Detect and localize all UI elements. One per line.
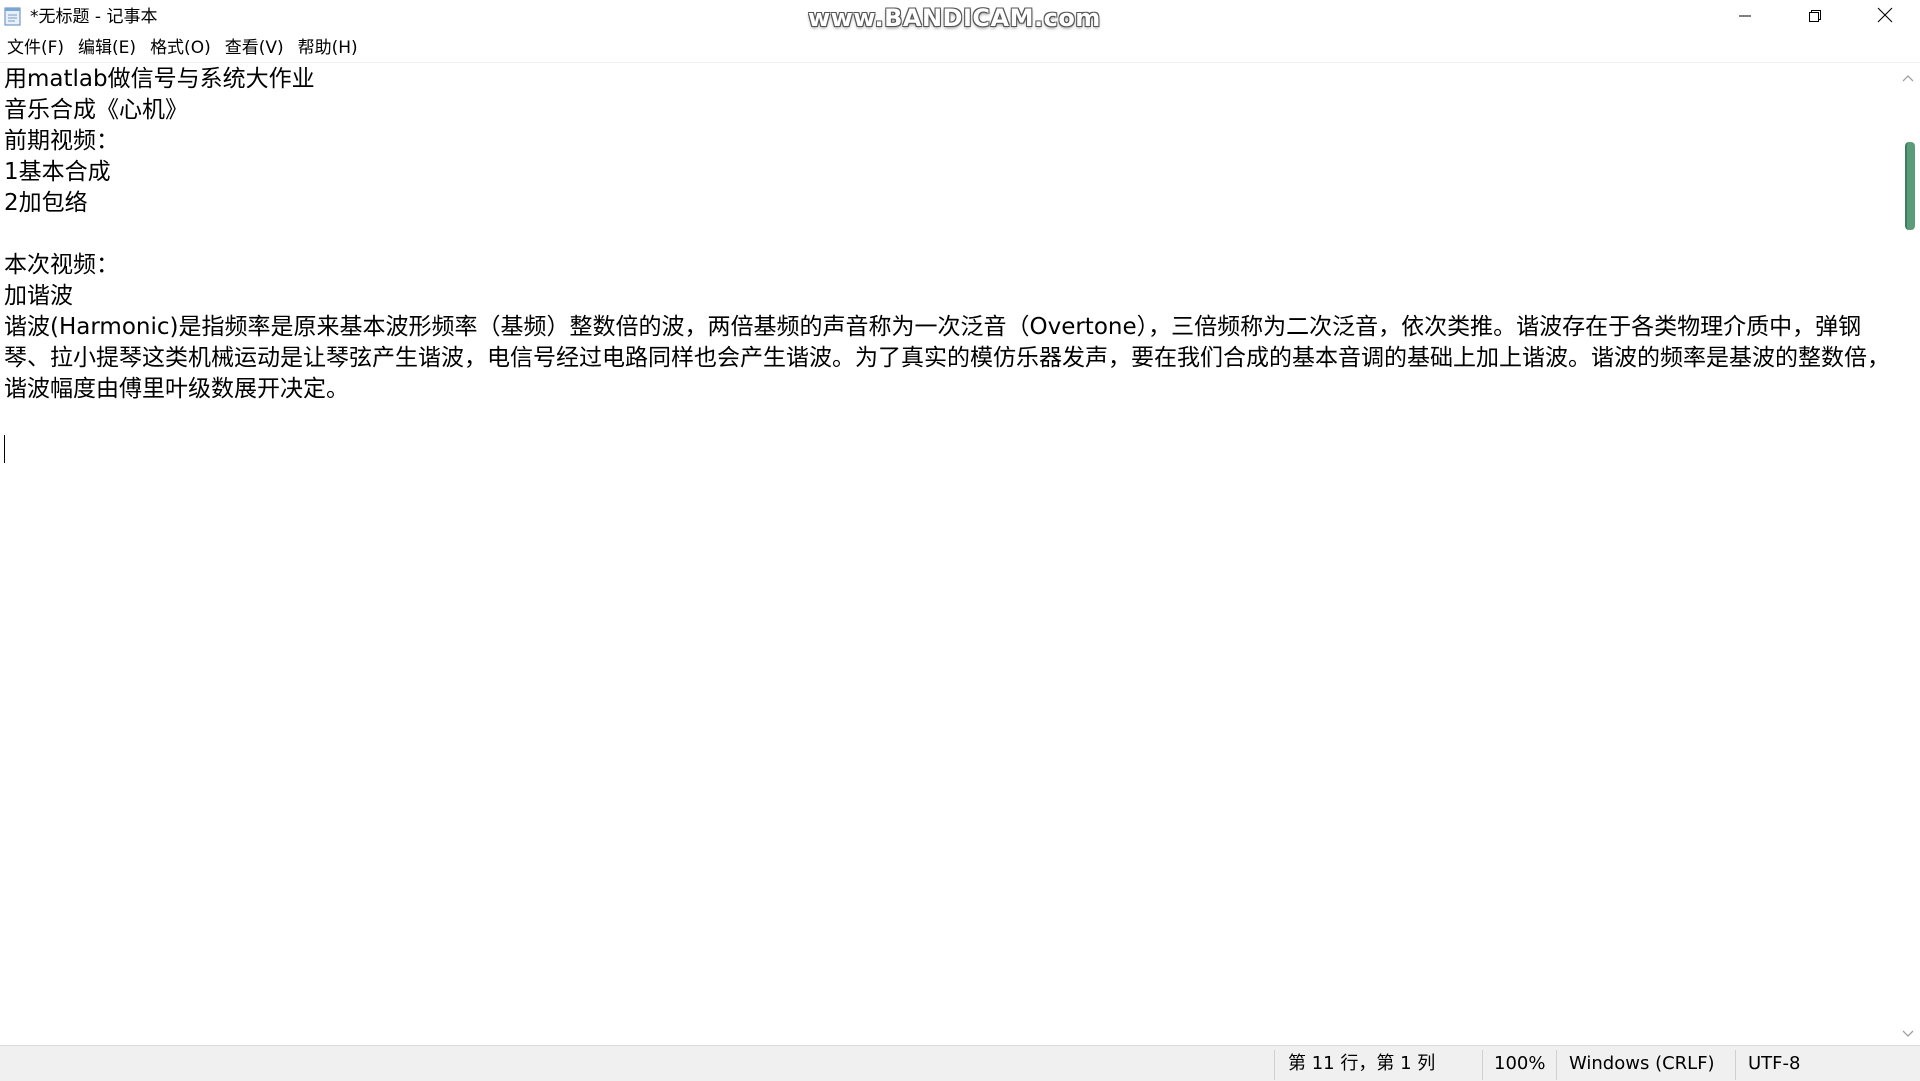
status-separator — [1482, 1050, 1483, 1080]
restore-button[interactable] — [1780, 0, 1850, 34]
scroll-down-button[interactable] — [1896, 1021, 1920, 1043]
notepad-icon[interactable] — [4, 6, 22, 26]
chevron-down-icon — [1902, 1023, 1914, 1042]
close-button[interactable] — [1850, 0, 1920, 34]
encoding: UTF-8 — [1748, 1053, 1801, 1074]
text-caret — [4, 435, 5, 463]
editor-line[interactable]: 2加包络 — [4, 188, 1890, 219]
menu-bar: 文件(F) 编辑(E) 格式(O) 查看(V) 帮助(H) — [0, 34, 1920, 62]
menu-format[interactable]: 格式(O) — [143, 34, 218, 62]
notepad-window: *无标题 - 记事本 www.BANDICAM.com 文件(F) 编辑(E) … — [0, 0, 1920, 1081]
editor-line[interactable]: 加谐波 — [4, 281, 1890, 312]
editor-line[interactable] — [4, 436, 1890, 467]
minimize-icon — [1738, 8, 1752, 27]
status-separator — [1274, 1050, 1275, 1080]
status-separator — [1735, 1050, 1736, 1080]
chevron-up-icon — [1902, 67, 1914, 86]
close-icon — [1877, 7, 1893, 27]
status-separator — [1556, 1050, 1557, 1080]
status-bar: 第 11 行，第 1 列 100% Windows (CRLF) UTF-8 — [0, 1045, 1920, 1081]
vertical-scrollbar[interactable] — [1896, 63, 1920, 1045]
window-title: *无标题 - 记事本 — [30, 7, 158, 27]
text-editor[interactable]: 用matlab做信号与系统大作业 音乐合成《心机》 前期视频： 1基本合成 2加… — [0, 63, 1896, 1045]
editor-line[interactable]: 本次视频： — [4, 250, 1890, 281]
editor-line[interactable]: 谐波(Harmonic)是指频率是原来基本波形频率（基频）整数倍的波，两倍基频的… — [4, 312, 1890, 405]
menu-file[interactable]: 文件(F) — [0, 34, 71, 62]
editor-line[interactable]: 前期视频： — [4, 126, 1890, 157]
zoom-level: 100% — [1494, 1053, 1546, 1074]
menu-view[interactable]: 查看(V) — [218, 34, 291, 62]
editor-line[interactable]: 用matlab做信号与系统大作业 — [4, 64, 1890, 95]
editor-line[interactable]: 音乐合成《心机》 — [4, 95, 1890, 126]
recording-watermark: www.BANDICAM.com — [808, 4, 1101, 32]
restore-icon — [1808, 8, 1822, 27]
menu-edit[interactable]: 编辑(E) — [71, 34, 143, 62]
scroll-thumb[interactable] — [1905, 142, 1915, 230]
editor-content[interactable]: 用matlab做信号与系统大作业 音乐合成《心机》 前期视频： 1基本合成 2加… — [4, 64, 1890, 467]
editor-line[interactable] — [4, 219, 1890, 250]
line-ending: Windows (CRLF) — [1569, 1053, 1715, 1074]
editor-line[interactable] — [4, 405, 1890, 436]
menu-help[interactable]: 帮助(H) — [291, 34, 365, 62]
title-bar[interactable]: *无标题 - 记事本 www.BANDICAM.com — [0, 0, 1920, 34]
editor-line[interactable]: 1基本合成 — [4, 157, 1890, 188]
minimize-button[interactable] — [1710, 0, 1780, 34]
cursor-position: 第 11 行，第 1 列 — [1288, 1053, 1436, 1074]
scroll-up-button[interactable] — [1896, 65, 1920, 87]
